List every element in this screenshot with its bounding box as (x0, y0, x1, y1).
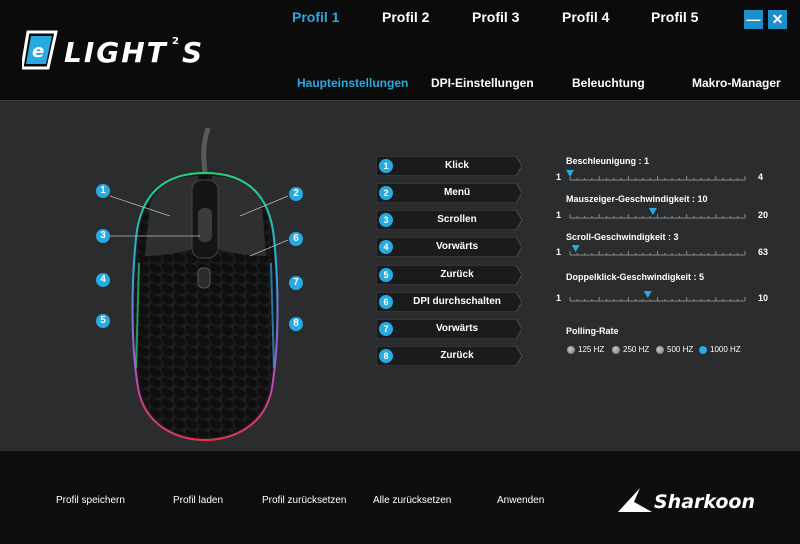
svg-text:Sharkoon: Sharkoon (654, 491, 755, 513)
button-assign-label: Zurück (440, 269, 474, 280)
button-assign-label: Vorwärts (435, 323, 479, 334)
tab-profil-5[interactable]: Profil 5 (651, 9, 698, 25)
button-number-badge: 3 (379, 213, 393, 227)
button-assign-label: Vorwärts (435, 241, 479, 252)
polling-option-label: 500 HZ (667, 345, 694, 354)
anwenden-button[interactable]: Anwenden (497, 495, 544, 506)
button-number-badge: 7 (379, 322, 393, 336)
button-number-badge: 2 (379, 186, 393, 200)
callout-1: 1 (96, 184, 110, 198)
button-assign-label: Klick (445, 160, 469, 171)
polling-option-250[interactable]: 250 HZ (612, 345, 649, 354)
radio-selected-icon (699, 345, 707, 354)
minimize-button[interactable]: — (744, 10, 763, 29)
tab-beleuchtung[interactable]: Beleuchtung (572, 76, 645, 90)
button-assign-8[interactable]: 8 Zurück (376, 346, 522, 366)
button-assign-3[interactable]: 3 Scrollen (376, 210, 522, 230)
svg-text:2: 2 (172, 36, 179, 47)
callout-3: 3 (96, 229, 110, 243)
button-assign-7[interactable]: 7 Vorwärts (376, 319, 522, 339)
radio-icon (567, 345, 575, 354)
button-assign-1[interactable]: 1 Klick (376, 156, 522, 176)
svg-text:S: S (182, 36, 202, 69)
svg-text:e: e (32, 41, 44, 62)
button-assign-label: Zurück (440, 350, 474, 361)
slider-label-beschleunigung: Beschleunigung : 1 (566, 156, 650, 166)
button-assign-4[interactable]: 4 Vorwärts (376, 237, 522, 257)
slider-min-mauszeiger: 1 (556, 210, 562, 220)
callout-4: 4 (96, 273, 110, 287)
button-assign-label: DPI durchschalten (413, 296, 501, 307)
radio-icon (656, 345, 664, 354)
button-assign-5[interactable]: 5 Zurück (376, 265, 522, 285)
tab-dpi-einstellungen[interactable]: DPI-Einstellungen (431, 76, 534, 90)
slider-mauszeiger-geschwindigkeit[interactable] (566, 208, 749, 220)
slider-label-scroll: Scroll-Geschwindigkeit : 3 (566, 232, 679, 242)
tab-profil-4[interactable]: Profil 4 (562, 9, 609, 25)
button-number-badge: 8 (379, 349, 393, 363)
slider-min-beschleunigung: 1 (556, 172, 562, 182)
tab-profil-1[interactable]: Profil 1 (292, 9, 339, 25)
slider-label-mauszeiger: Mauszeiger-Geschwindigkeit : 10 (566, 194, 708, 204)
slider-max-doppelklick: 10 (758, 293, 769, 303)
polling-rate-title: Polling-Rate (566, 326, 619, 336)
slider-min-doppelklick: 1 (556, 293, 562, 303)
profil-speichern-button[interactable]: Profil speichern (56, 495, 125, 506)
slider-thumb (643, 291, 652, 298)
svg-text:LIGHT: LIGHT (64, 36, 168, 69)
sharkoon-logo: Sharkoon (618, 488, 755, 513)
tab-profil-3[interactable]: Profil 3 (472, 9, 519, 25)
slider-max-mauszeiger: 20 (758, 210, 769, 220)
callout-6: 6 (289, 232, 303, 246)
button-assign-2[interactable]: 2 Menü (376, 183, 522, 203)
callout-8: 8 (289, 317, 303, 331)
slider-thumb (648, 208, 657, 215)
slider-min-scroll: 1 (556, 247, 562, 257)
light2s-logo: e LIGHT 2 S (22, 30, 202, 70)
slider-max-scroll: 63 (758, 247, 769, 257)
tab-makro-manager[interactable]: Makro-Manager (692, 76, 781, 90)
profil-laden-button[interactable]: Profil laden (173, 495, 223, 506)
slider-label-doppelklick: Doppelklick-Geschwindigkeit : 5 (566, 272, 705, 282)
slider-max-beschleunigung: 4 (758, 172, 764, 182)
slider-thumb (571, 245, 580, 252)
slider-thumb (566, 170, 574, 177)
button-number-badge: 4 (379, 240, 393, 254)
button-number-badge: 1 (379, 159, 393, 173)
button-number-badge: 6 (379, 295, 393, 309)
slider-beschleunigung[interactable] (566, 170, 749, 182)
callout-5: 5 (96, 314, 110, 328)
polling-option-label: 250 HZ (623, 345, 650, 354)
tab-haupteinstellungen[interactable]: Haupteinstellungen (297, 76, 408, 90)
callout-2: 2 (289, 187, 303, 201)
profil-zuruecksetzen-button[interactable]: Profil zurücksetzen (262, 495, 346, 506)
button-assign-label: Scrollen (437, 214, 477, 225)
alle-zuruecksetzen-button[interactable]: Alle zurücksetzen (373, 495, 451, 506)
polling-option-1000[interactable]: 1000 HZ (699, 345, 741, 354)
polling-option-125[interactable]: 125 HZ (567, 345, 604, 354)
button-assign-6[interactable]: 6 DPI durchschalten (376, 292, 522, 312)
callout-7: 7 (289, 276, 303, 290)
slider-doppelklick-geschwindigkeit[interactable] (566, 291, 749, 303)
radio-icon (612, 345, 620, 354)
button-number-badge: 5 (379, 268, 393, 282)
slider-scroll-geschwindigkeit[interactable] (566, 245, 749, 257)
mouse-illustration (109, 128, 289, 442)
button-assign-label: Menü (443, 187, 471, 198)
close-button[interactable]: ✕ (768, 10, 787, 29)
tab-profil-2[interactable]: Profil 2 (382, 9, 429, 25)
polling-option-label: 125 HZ (578, 345, 605, 354)
polling-option-label: 1000 HZ (710, 345, 741, 354)
polling-option-500[interactable]: 500 HZ (656, 345, 693, 354)
